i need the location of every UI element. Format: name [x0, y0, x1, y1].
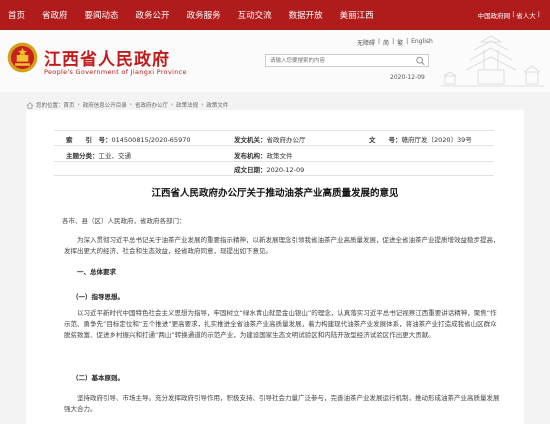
meta-topic-row: 主题分类：工业、交通: [66, 150, 131, 160]
meta-divider: [54, 161, 494, 162]
meta-org-value: 省政府办公厅: [266, 136, 306, 144]
meta-divider: [54, 145, 494, 146]
meta-index-row: 索 引 号：014500815/2020-65970: [66, 134, 190, 144]
pavilion-illustration-icon: [441, 35, 544, 87]
util-separator: |: [392, 38, 395, 45]
link-english[interactable]: English: [411, 38, 433, 47]
nav-news[interactable]: 要闻动态: [85, 9, 119, 21]
subsection-heading: （二）基本原则。: [72, 374, 124, 382]
top-navigation: 首页 省政府 要闻动态 政务公开 政务服务 互动交流 数据开放 美丽江西 中国政…: [0, 0, 550, 30]
home-icon: [26, 101, 34, 109]
breadcrumb-separator: ›: [129, 102, 132, 108]
meta-index-label: 索 引 号：: [66, 136, 112, 144]
breadcrumb-label: 您的位置：: [36, 103, 64, 109]
section-heading: 一、总体要求: [77, 268, 116, 276]
breadcrumb-item-policy-docs[interactable]: 政策文件: [206, 101, 228, 109]
meta-divider: [54, 130, 494, 131]
nav-home[interactable]: 首页: [8, 9, 25, 21]
nav-open-data[interactable]: 数据开放: [289, 9, 323, 21]
breadcrumb-item-catalog[interactable]: 政府信息公开目录: [83, 101, 127, 109]
util-separator: |: [378, 38, 381, 45]
nav-gov-affairs-open[interactable]: 政务公开: [136, 9, 170, 21]
util-separator: |: [406, 38, 409, 45]
breadcrumb-separator: ›: [201, 102, 204, 108]
paragraph-guiding-ideology: 以习近平新时代中国特色社会主义思想为指导，牢固树立“绿水青山就是金山银山”的理念…: [64, 309, 497, 339]
meta-date-value: 2020-12-09: [266, 166, 305, 174]
search-input[interactable]: [266, 55, 414, 66]
meta-org-label: 发文机关：: [234, 136, 267, 144]
meta-topic-label: 主题分类：: [66, 152, 99, 160]
meta-type-row: 发布机构：政策文件: [234, 150, 293, 160]
nav-interaction[interactable]: 互动交流: [238, 9, 272, 21]
site-header: 江西省人民政府 People's Government of Jiangxi P…: [0, 30, 550, 92]
util-separator: |: [537, 10, 540, 18]
meta-date-label: 成文日期：: [234, 166, 267, 174]
header-date: 2020-12-09: [390, 74, 425, 81]
breadcrumb-item-office[interactable]: 省政府办公厅: [135, 101, 168, 109]
meta-divider: [54, 175, 494, 176]
site-name[interactable]: 江西省人民政府: [44, 45, 170, 70]
nav-gov-services[interactable]: 政务服务: [187, 9, 221, 21]
paragraph-basic-principles: 坚持政府引导、市场主导。充分发挥政府引导作用，积极支持、引导社会力量广泛参与，完…: [64, 394, 500, 413]
breadcrumb-item-policy[interactable]: 政策法规: [176, 101, 198, 109]
subsection-heading: （一）指导思想。: [72, 293, 124, 301]
meta-num-label: 文 号：: [369, 136, 402, 144]
util-separator: |: [512, 10, 515, 18]
search-icon[interactable]: [415, 56, 426, 66]
meta-num-row: 文 号：赣府厅发〔2020〕39号: [369, 134, 472, 144]
breadcrumb-item-home[interactable]: 首页: [64, 101, 75, 109]
link-accessibility[interactable]: 无障碍: [357, 38, 375, 47]
meta-org-row: 发文机关：省政府办公厅: [234, 134, 306, 144]
meta-type-value: 政策文件: [266, 152, 293, 160]
document-salutation: 各市、县（区）人民政府，省政府各部门：: [62, 217, 186, 225]
site-name-english: People's Government of Jiangxi Province: [44, 68, 187, 76]
meta-type-label: 发布机构：: [234, 152, 267, 160]
nav-province-gov[interactable]: 省政府: [42, 9, 68, 21]
meta-num-value: 赣府厅发〔2020〕39号: [401, 136, 472, 144]
link-simplified[interactable]: 简: [383, 38, 389, 47]
breadcrumb-separator: ›: [170, 102, 174, 108]
meta-index-value: 014500815/2020-65970: [111, 136, 191, 144]
meta-date-row: 成文日期：2020-12-09: [234, 164, 304, 174]
link-central-gov[interactable]: 中国政府网: [478, 10, 511, 20]
breadcrumb-separator: ›: [77, 102, 80, 108]
search-box: [265, 54, 429, 67]
nav-beautiful-jiangxi[interactable]: 美丽江西: [340, 9, 374, 21]
document-title: 江西省人民政府办公厅关于推动油茶产业高质量发展的意见: [151, 188, 399, 199]
link-traditional[interactable]: 繁: [397, 38, 403, 47]
header-util-links: 无障碍 | 简 | 繁 | English: [357, 38, 433, 47]
document-intro: 为深入贯彻习近平总书记关于油茶产业发展的重要指示精神，以新发展理念引领我省油茶产…: [64, 236, 500, 255]
national-emblem-icon: [7, 42, 38, 73]
link-provincial-congress[interactable]: 省人大: [516, 10, 536, 20]
top-util-links: 中国政府网 | 省人大 |: [478, 10, 540, 20]
meta-topic-value: 工业、交通: [98, 152, 132, 160]
